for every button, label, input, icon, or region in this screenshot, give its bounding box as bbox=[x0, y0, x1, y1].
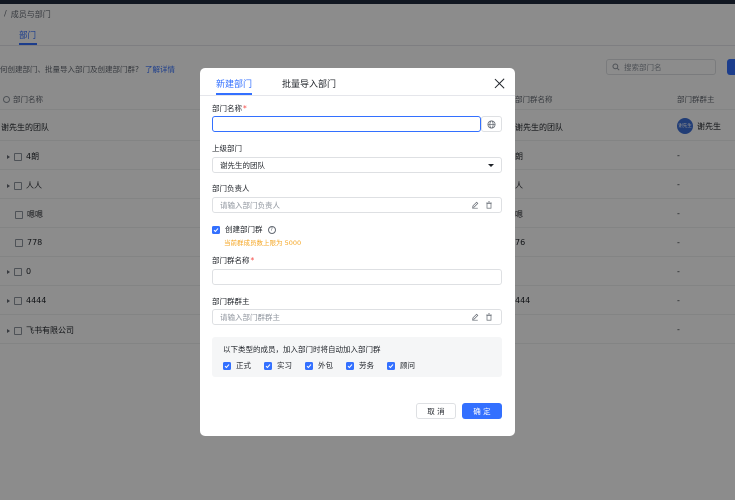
cancel-button[interactable]: 取 消 bbox=[416, 403, 456, 419]
group-limit-tip: 当前群成员数上限为 5000 bbox=[224, 239, 302, 247]
required-mark: * bbox=[250, 256, 255, 265]
group-name-label: 部门群名称* bbox=[212, 255, 254, 266]
member-type-label: 正式 bbox=[236, 361, 251, 370]
leader-placeholder: 请输入部门负责人 bbox=[220, 200, 280, 210]
tab-batch-import[interactable]: 批量导入部门 bbox=[282, 77, 336, 90]
create-group-option[interactable]: 创建部门群 ? bbox=[212, 224, 276, 235]
chevron-down-icon bbox=[488, 164, 494, 167]
member-type-option[interactable]: 顾问 bbox=[387, 360, 415, 371]
member-type-option[interactable]: 外包 bbox=[305, 360, 333, 371]
group-owner-input[interactable]: 请输入部门群群主 bbox=[212, 309, 502, 325]
dialog-divider bbox=[200, 95, 515, 96]
edit-icon[interactable] bbox=[471, 201, 479, 209]
group-name-label-text: 部门群名称 bbox=[212, 256, 250, 265]
trash-icon[interactable] bbox=[485, 201, 493, 209]
member-type-option[interactable]: 实习 bbox=[264, 360, 292, 371]
group-owner-placeholder: 请输入部门群群主 bbox=[220, 312, 280, 322]
language-button[interactable] bbox=[481, 116, 502, 132]
leader-input[interactable]: 请输入部门负责人 bbox=[212, 197, 502, 213]
member-type-option[interactable]: 劳务 bbox=[346, 360, 374, 371]
parent-dept-value: 谢先生的团队 bbox=[220, 160, 265, 170]
globe-icon bbox=[487, 119, 496, 129]
edit-icon[interactable] bbox=[471, 313, 479, 321]
member-type-label: 实习 bbox=[277, 361, 292, 370]
member-type-checkbox[interactable] bbox=[387, 361, 395, 370]
member-type-option[interactable]: 正式 bbox=[223, 360, 251, 371]
leader-label: 部门负责人 bbox=[212, 184, 250, 193]
auto-join-panel: 以下类型的成员，加入部门时将自动加入部门群 正式 实习 外包 劳务 顾问 bbox=[212, 337, 502, 377]
member-type-checkbox[interactable] bbox=[346, 361, 354, 370]
auto-join-title: 以下类型的成员，加入部门时将自动加入部门群 bbox=[223, 345, 381, 354]
dept-name-label-text: 部门名称 bbox=[212, 104, 242, 113]
trash-icon[interactable] bbox=[485, 313, 493, 321]
dept-name-label: 部门名称* bbox=[212, 103, 247, 114]
dept-name-input[interactable] bbox=[212, 116, 481, 132]
group-owner-label: 部门群群主 bbox=[212, 297, 250, 306]
member-type-checkbox[interactable] bbox=[223, 361, 231, 370]
member-type-label: 顾问 bbox=[400, 361, 415, 370]
parent-dept-select[interactable]: 谢先生的团队 bbox=[212, 157, 502, 173]
group-name-input[interactable] bbox=[212, 269, 502, 285]
member-type-label: 劳务 bbox=[359, 361, 374, 370]
close-icon[interactable] bbox=[493, 77, 506, 90]
tab-create-department[interactable]: 新建部门 bbox=[216, 77, 252, 90]
member-type-checkbox[interactable] bbox=[305, 361, 313, 370]
member-type-label: 外包 bbox=[318, 361, 333, 370]
parent-dept-label: 上级部门 bbox=[212, 144, 242, 153]
create-department-dialog: 新建部门 批量导入部门 部门名称* 上级部门 谢先生的团队 部门负责人 请输入部… bbox=[200, 68, 515, 436]
create-group-label: 创建部门群 bbox=[225, 225, 263, 234]
create-group-checkbox[interactable] bbox=[212, 225, 220, 234]
required-mark: * bbox=[243, 104, 247, 113]
auto-join-options: 正式 实习 外包 劳务 顾问 bbox=[223, 360, 415, 371]
help-icon[interactable]: ? bbox=[267, 225, 276, 234]
member-type-checkbox[interactable] bbox=[264, 361, 272, 370]
confirm-button[interactable]: 确 定 bbox=[462, 403, 502, 419]
